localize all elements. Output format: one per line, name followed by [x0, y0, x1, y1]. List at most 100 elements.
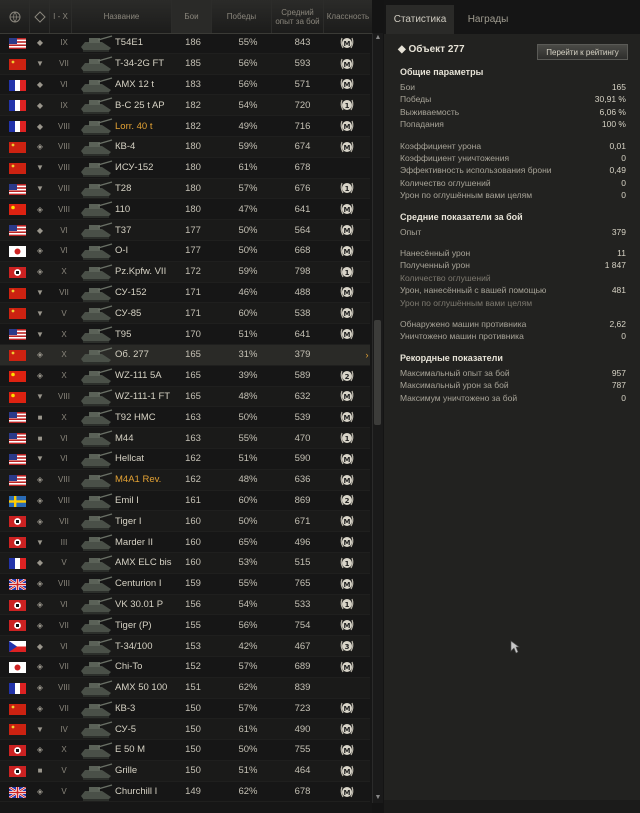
table-row[interactable]: ◆ VI AMX 12 t 183 56% 571 M	[0, 75, 370, 96]
nation-flag-icon	[9, 79, 26, 91]
vehicle-type-icon: ◈	[36, 475, 44, 485]
table-row[interactable]: ◈ VIII AMX 50 100 151 62% 839	[0, 677, 370, 699]
nation-filter-header[interactable]	[0, 0, 30, 33]
svg-text:1: 1	[345, 102, 350, 110]
table-row[interactable]: ◈ VII Tiger I 160 50% 671 M	[0, 511, 370, 533]
battles-header[interactable]: Бои	[172, 0, 212, 33]
type-filter-header[interactable]	[30, 0, 50, 33]
svg-text:M: M	[344, 622, 351, 630]
nation-flag-icon	[9, 121, 26, 133]
table-row[interactable]: ◆ V AMX ELC bis 160 53% 515 1	[0, 552, 370, 574]
table-row[interactable]: ◈ VIII M4A1 Rev. 162 48% 636 M	[0, 469, 370, 491]
tab-awards[interactable]: Награды	[454, 5, 522, 34]
vehicle-name: VK 30.01 P	[115, 598, 164, 610]
nation-flag-icon	[9, 599, 26, 611]
tier-label: VIII	[57, 579, 70, 589]
scroll-up-icon[interactable]: ▲	[373, 33, 383, 43]
tier-label: VIII	[57, 183, 70, 193]
mastery-badge-icon: M	[338, 761, 356, 781]
stat-label: Количество оглушений	[400, 177, 491, 188]
list-scrollbar[interactable]: ▲ ▼	[372, 33, 383, 803]
table-row[interactable]: ◈ X E 50 M 150 50% 755 M	[0, 740, 370, 761]
table-row[interactable]: ▼ VIII T28 180 57% 676 1	[0, 178, 370, 200]
avg-xp-value: 564	[294, 224, 311, 236]
vehicle-type-icon: ◆	[36, 121, 44, 131]
avg-xp-value: 869	[294, 494, 311, 506]
table-row[interactable]: ■ X T92 HMC 163 50% 539 M	[0, 407, 370, 429]
vehicle-type-icon: ■	[37, 433, 43, 443]
avg-xp-value: 488	[294, 286, 311, 298]
tab-statistics[interactable]: Статистика	[386, 5, 454, 34]
tier-label: X	[61, 350, 67, 360]
table-row[interactable]: ◈ VIII 110 180 47% 641 M	[0, 199, 370, 221]
avg-xp-value: 470	[294, 432, 311, 444]
avg-xp-header[interactable]: Средний опыт за бой	[272, 0, 324, 33]
name-header[interactable]: Название	[72, 0, 172, 33]
tier-label: VI	[60, 79, 68, 89]
tier-header[interactable]: I - X	[50, 0, 72, 33]
mastery-badge-icon: M	[338, 615, 356, 635]
table-row[interactable]: ◈ X WZ-111 5A 165 39% 589 2	[0, 366, 370, 387]
table-row[interactable]: ◈ VIII Emil I 161 60% 869 2	[0, 491, 370, 512]
table-row[interactable]: ◈ VI VK 30.01 P 156 54% 533 1	[0, 594, 370, 616]
table-row[interactable]: ▼ X T95 170 51% 641 M	[0, 324, 370, 345]
tab-bar: Статистика Награды	[384, 0, 640, 34]
table-row[interactable]: ◆ IX B-C 25 t AP 182 54% 720 1	[0, 95, 370, 117]
table-row[interactable]: ◆ VIII Lorr. 40 t 182 49% 716 M	[0, 116, 370, 137]
vehicle-type-icon: ◈	[36, 267, 44, 277]
nation-flag-icon	[9, 183, 26, 195]
tier-label: X	[61, 745, 67, 755]
avg-xp-value: 676	[294, 182, 311, 194]
class-header[interactable]: Классность	[324, 0, 372, 33]
table-row[interactable]: ◈ VII Tiger (P) 155 56% 754 M	[0, 615, 370, 637]
nation-flag-icon	[9, 682, 26, 694]
table-row[interactable]: ◈ X Об. 277 165 31% 379 ›	[0, 344, 370, 366]
mastery-badge-icon	[338, 345, 356, 365]
vehicle-type-icon: ◈	[36, 662, 44, 672]
table-row[interactable]: ◈ VI O-I 177 50% 668 M	[0, 241, 370, 262]
table-row[interactable]: ◆ IX T54E1 186 55% 843 M	[0, 33, 370, 54]
table-row[interactable]: ▼ VIII ИСУ-152 180 61% 678	[0, 158, 370, 179]
nation-flag-icon	[9, 225, 26, 237]
table-row[interactable]: ◈ VIII КВ-4 180 59% 674 M	[0, 136, 370, 158]
go-to-rating-button[interactable]: Перейти к рейтингу	[537, 44, 628, 60]
table-row[interactable]: ▼ VIII WZ-111-1 FT 165 48% 632 M	[0, 386, 370, 408]
table-row[interactable]: ◆ VI T37 177 50% 564 M	[0, 220, 370, 241]
table-row[interactable]: ▼ V СУ-85 171 60% 538 M	[0, 303, 370, 325]
vehicle-type-icon: ◆	[36, 225, 44, 235]
nation-flag-icon	[9, 433, 26, 445]
tank-icon	[78, 76, 114, 95]
table-row[interactable]: ▼ VII T-34-2G FT 185 56% 593 M	[0, 53, 370, 75]
vehicle-type-icon: ▼	[36, 391, 44, 401]
wins-header[interactable]: Победы	[212, 0, 272, 33]
table-row[interactable]: ◆ VI T-34/100 153 42% 467 3	[0, 636, 370, 657]
scroll-down-icon[interactable]: ▼	[373, 793, 383, 803]
table-row[interactable]: ◈ V Churchill I 149 62% 678 M	[0, 782, 370, 803]
tank-icon	[78, 117, 114, 136]
table-row[interactable]: ◈ X Pz.Kpfw. VII 172 59% 798 1	[0, 261, 370, 283]
wins-value: 31%	[238, 349, 258, 361]
table-row[interactable]: ▼ III Marder II 160 65% 496 M	[0, 532, 370, 553]
table-row[interactable]: ■ V Grille 150 51% 464 M	[0, 760, 370, 782]
tank-icon	[78, 34, 114, 53]
table-row[interactable]: ■ VI M44 163 55% 470 1	[0, 428, 370, 449]
nation-flag-icon	[9, 412, 26, 424]
stat-value: 100 %	[601, 119, 626, 130]
wins-value: 55%	[238, 432, 258, 444]
tier-label: VII	[59, 662, 69, 672]
tier-label: X	[61, 267, 67, 277]
svg-text:M: M	[344, 518, 351, 526]
table-row[interactable]: ◈ VIII Centurion I 159 55% 765 M	[0, 574, 370, 595]
tank-icon	[78, 762, 114, 781]
scroll-thumb[interactable]	[374, 320, 381, 425]
tank-icon	[78, 741, 114, 760]
table-row[interactable]: ▼ VI Hellcat 162 51% 590 M	[0, 449, 370, 470]
wins-value: 57%	[238, 702, 258, 714]
nation-flag-icon	[9, 557, 26, 569]
table-row[interactable]: ▼ IV СУ-5 150 61% 490 M	[0, 719, 370, 741]
table-row[interactable]: ▼ VII СУ-152 171 46% 488 M	[0, 283, 370, 304]
svg-text:M: M	[344, 81, 351, 89]
table-row[interactable]: ◈ VII Chi-To 152 57% 689 M	[0, 657, 370, 678]
table-row[interactable]: ◈ VII КВ-3 150 57% 723 M	[0, 699, 370, 720]
tier-label: VI	[60, 641, 68, 651]
